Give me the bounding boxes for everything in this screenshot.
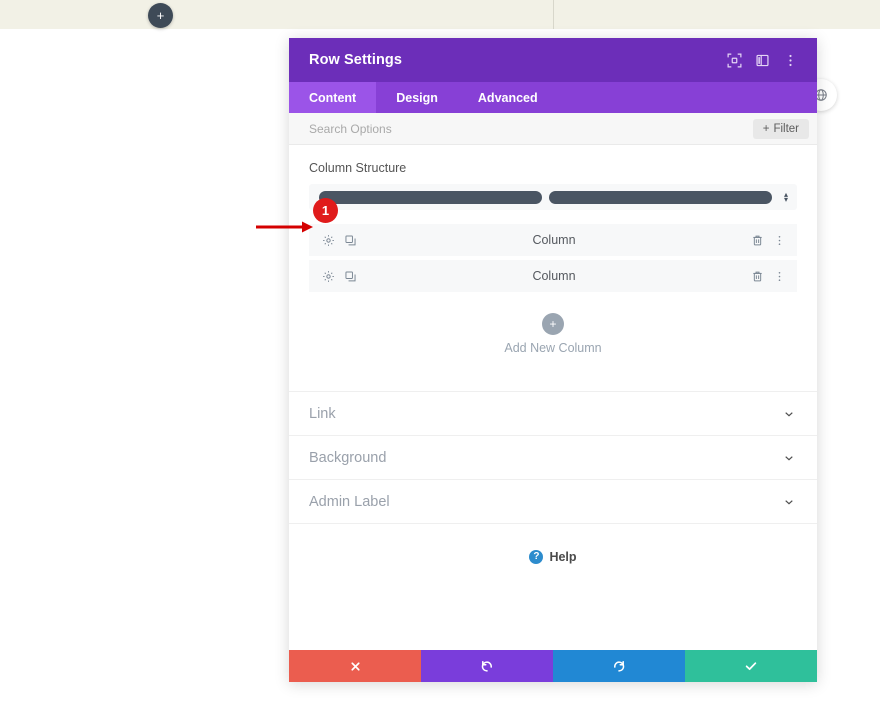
- tab-content[interactable]: Content: [289, 82, 377, 113]
- plus-icon: +: [156, 8, 165, 23]
- structure-bar-1: [319, 190, 542, 204]
- undo-icon: [481, 661, 492, 672]
- tab-advanced[interactable]: Advanced: [458, 82, 558, 113]
- redo-button[interactable]: [553, 650, 685, 682]
- page-column-divider: [553, 0, 554, 29]
- question-mark-icon: ?: [529, 550, 544, 564]
- search-row: + Filter: [289, 113, 817, 145]
- filter-button-label: Filter: [773, 122, 799, 135]
- plus-icon: +: [762, 122, 770, 135]
- row-settings-modal: Row Settings Content Design Advanced Sea…: [289, 38, 817, 682]
- more-vertical-icon[interactable]: [773, 270, 786, 283]
- table-row[interactable]: Column: [309, 224, 797, 256]
- fullscreen-icon[interactable]: [721, 47, 747, 73]
- close-icon: [350, 661, 360, 671]
- structure-bar-2: [549, 190, 772, 204]
- more-vertical-icon[interactable]: [777, 47, 803, 73]
- column-title: Column: [532, 269, 576, 283]
- add-new-column-label: Add New Column: [504, 341, 602, 355]
- accordion-label: Link: [309, 405, 336, 422]
- search-input[interactable]: [309, 121, 753, 136]
- table-row[interactable]: Column: [309, 260, 797, 292]
- help-label: Help: [549, 550, 577, 564]
- add-new-column-button[interactable]: + Add New Column: [309, 296, 797, 375]
- chevron-down-icon: [783, 408, 795, 420]
- undo-button[interactable]: [421, 650, 553, 682]
- modal-title: Row Settings: [309, 52, 403, 68]
- modal-body: Column Structure ▴ ▾ Column Column + Add…: [289, 145, 817, 650]
- checkmark-icon: [745, 662, 757, 671]
- column-structure-label: Column Structure: [309, 161, 407, 175]
- add-module-button[interactable]: +: [148, 3, 173, 28]
- gear-icon[interactable]: [322, 234, 335, 247]
- accordion-link[interactable]: Link: [289, 392, 817, 436]
- accordion-label: Background: [309, 449, 387, 466]
- column-structure-select[interactable]: ▴ ▾: [309, 184, 797, 210]
- annotation-arrow: [256, 221, 313, 233]
- column-list: Column Column: [309, 224, 797, 292]
- accordion-label: Admin Label: [309, 493, 390, 510]
- layout-view-icon[interactable]: [749, 47, 775, 73]
- tab-design[interactable]: Design: [376, 82, 458, 113]
- column-structure-section: Column Structure ▴ ▾ Column Column + Add…: [289, 145, 817, 392]
- column-row-left-icons: [322, 234, 357, 247]
- save-button[interactable]: [685, 650, 817, 682]
- page-top-bar: [0, 0, 880, 29]
- column-row-left-icons: [322, 270, 357, 283]
- trash-icon[interactable]: [751, 270, 764, 283]
- accordion-background[interactable]: Background: [289, 436, 817, 480]
- cancel-button[interactable]: [289, 650, 421, 682]
- redo-icon: [614, 661, 625, 672]
- more-vertical-icon[interactable]: [773, 234, 786, 247]
- column-title: Column: [532, 233, 576, 247]
- gear-icon[interactable]: [322, 270, 335, 283]
- chevron-down-icon: [783, 452, 795, 464]
- column-row-right-icons: [751, 234, 786, 247]
- select-arrows-icon: ▴ ▾: [781, 191, 791, 204]
- modal-footer: [289, 650, 817, 682]
- help-button[interactable]: ? Help: [289, 524, 817, 564]
- duplicate-icon[interactable]: [344, 270, 357, 283]
- annotation-badge-1: 1: [313, 198, 338, 223]
- modal-tabs: Content Design Advanced: [289, 82, 817, 113]
- trash-icon[interactable]: [751, 234, 764, 247]
- column-row-right-icons: [751, 270, 786, 283]
- arrow-down-icon: ▾: [783, 195, 788, 204]
- chevron-down-icon: [783, 496, 795, 508]
- duplicate-icon[interactable]: [344, 234, 357, 247]
- modal-header: Row Settings: [289, 38, 817, 82]
- accordion-admin-label[interactable]: Admin Label: [289, 480, 817, 524]
- filter-button[interactable]: + Filter: [752, 118, 809, 139]
- plus-icon: +: [542, 313, 564, 335]
